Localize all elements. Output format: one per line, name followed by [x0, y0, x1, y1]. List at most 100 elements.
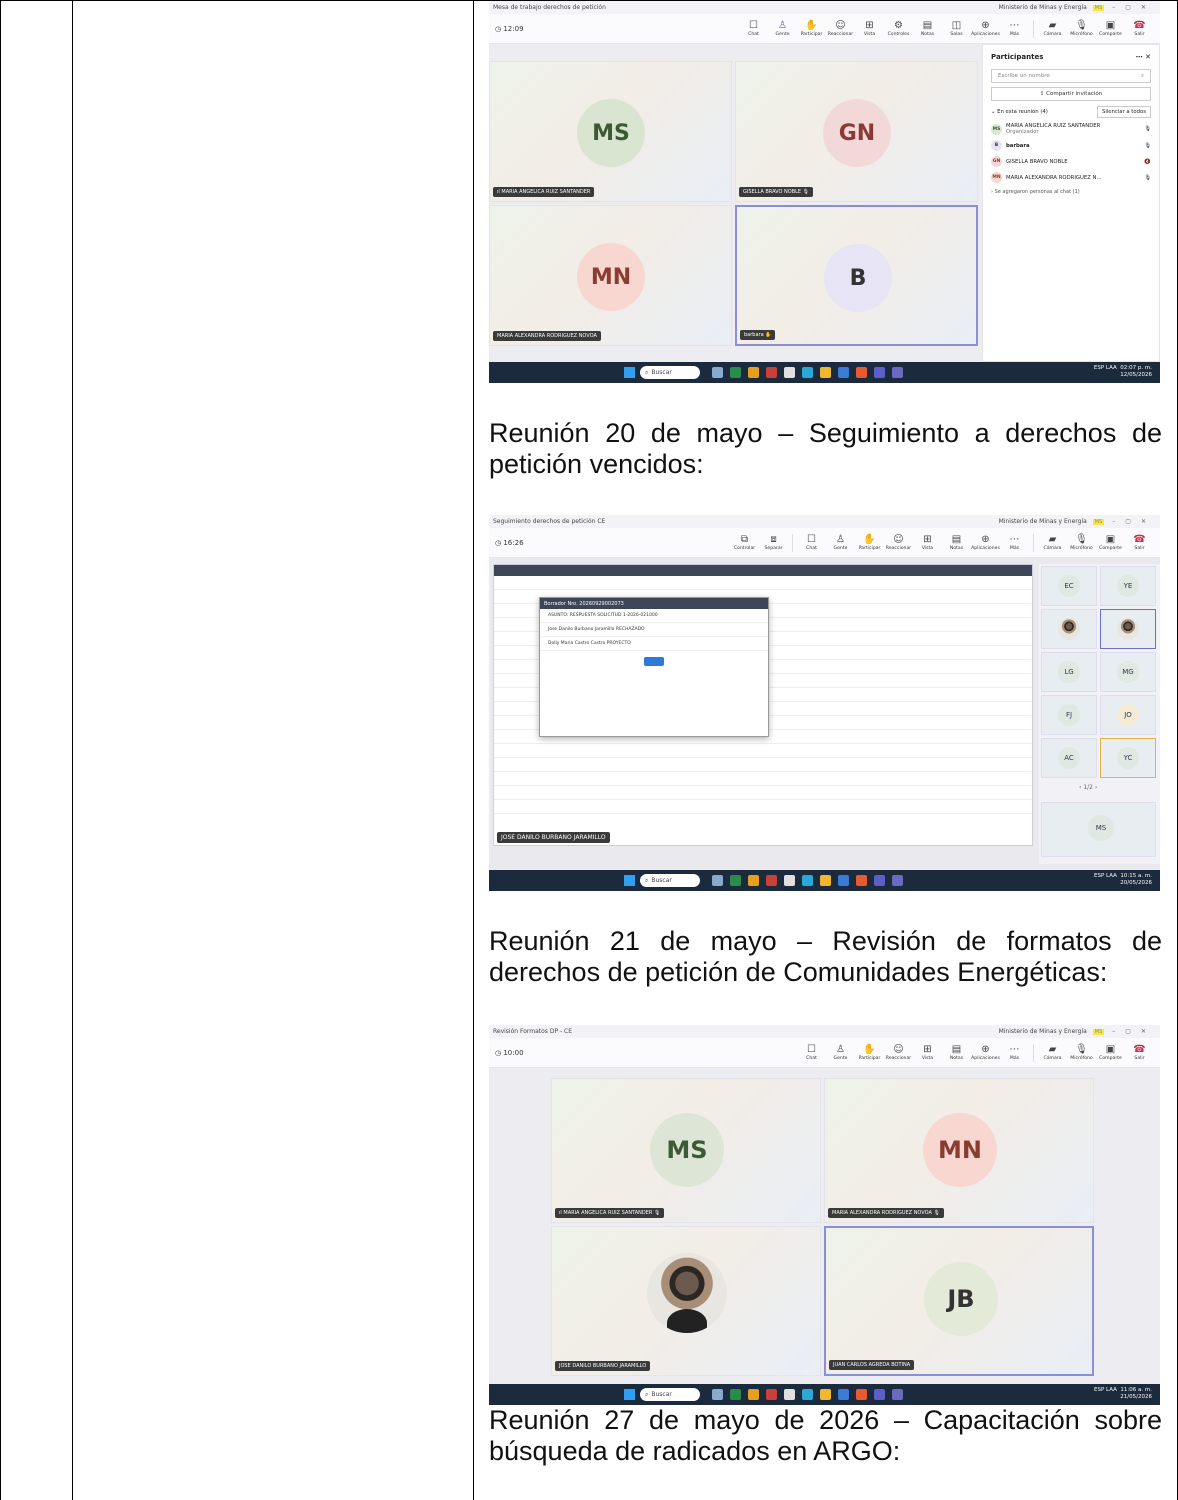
participant-tile[interactable]: B barbara ✋ [735, 205, 978, 346]
window-controls[interactable]: –▢✕ [1112, 518, 1156, 525]
dialog-close-button[interactable] [644, 657, 664, 666]
view-button[interactable]: ⊞ Vista [913, 534, 942, 552]
avatar: JB [924, 1262, 998, 1336]
taskbar-search[interactable]: ⌕ Buscar [640, 1388, 700, 1401]
controls-button[interactable]: ⚙ Controles [884, 20, 913, 38]
section-header[interactable]: ⌄ En esta reunión (4) Silenciar a todos [991, 106, 1151, 118]
chat-button[interactable]: ☐ Chat [797, 534, 826, 552]
close-icon[interactable]: ⋯ ✕ [1136, 53, 1151, 61]
apps-button[interactable]: ⊕ Aplicaciones [971, 20, 1000, 38]
participant-row[interactable]: GN GISELLA BRAVO NOBLE 🔇 [991, 156, 1151, 167]
windows-start-icon[interactable] [624, 875, 635, 886]
window-controls[interactable]: –▢✕ [1112, 1028, 1156, 1035]
apps-button[interactable]: ⊕ Aplicaciones [971, 534, 1000, 552]
gallery-tile[interactable]: YC [1100, 738, 1156, 778]
react-button[interactable]: ☺ Reaccionar [884, 1044, 913, 1062]
gallery-tile[interactable] [1041, 609, 1097, 649]
taskbar-apps[interactable] [712, 1389, 903, 1400]
windows-start-icon[interactable] [624, 367, 635, 378]
share-button[interactable]: ▣ Comparte [1096, 1044, 1125, 1062]
notes-button[interactable]: ▤ Notas [942, 534, 971, 552]
camera-button[interactable]: ▰ Cámara [1038, 20, 1067, 38]
chat-note[interactable]: › Se agregaron personas al chat (1) [991, 189, 1151, 195]
gallery-pager[interactable]: ‹ 1/2 › [1079, 784, 1097, 791]
system-tray[interactable]: ESP LAA 10:15 a. m. 20/05/2026 [1094, 873, 1152, 886]
participant-tile[interactable]: JB JUAN CARLOS AGREDA BOTINA [824, 1226, 1094, 1376]
participant-tile[interactable]: MN MARIA ALEXANDRA RODRIGUEZ NOVOA [489, 205, 732, 346]
raise-hand-button[interactable]: ✋ Participar [855, 1044, 884, 1062]
user-badge[interactable]: MS [1092, 518, 1105, 525]
gallery-tile[interactable]: JO [1100, 695, 1156, 735]
view-button[interactable]: ⊞ Vista [913, 1044, 942, 1062]
gallery-tile[interactable]: AC [1041, 738, 1097, 778]
window-controls[interactable]: –▢✕ [1112, 4, 1156, 11]
hangup-icon: ☎ [1133, 19, 1146, 31]
raise-hand-button[interactable]: ✋ Participar [855, 534, 884, 552]
apps-button[interactable]: ⊕ Aplicaciones [971, 1044, 1000, 1062]
taskbar-apps[interactable] [712, 875, 903, 886]
camera-button[interactable]: ▰ Cámara [1038, 534, 1067, 552]
people-button[interactable]: ♙ Gente [826, 534, 855, 552]
apps-label: Aplicaciones [971, 31, 1000, 37]
chat-button[interactable]: ☐ Chat [797, 1044, 826, 1062]
leave-button[interactable]: ☎ Salir [1125, 534, 1154, 552]
share-button[interactable]: ▣ Comparte [1096, 20, 1125, 38]
gallery-tile[interactable]: MS [1041, 802, 1156, 857]
camera-button[interactable]: ▰ Cámara [1038, 1044, 1067, 1062]
participant-tile[interactable]: MS ıl MARIA ANGELICA RUIZ SANTANDER 🎙 [551, 1078, 821, 1223]
gallery-tile[interactable] [1100, 609, 1156, 649]
leave-button[interactable]: ☎ Salir [1125, 1044, 1154, 1062]
rooms-button[interactable]: ◫ Salas [942, 20, 971, 38]
more-button[interactable]: ⋯ Más [1000, 20, 1029, 38]
mic-icon: 🎙 [1144, 174, 1151, 181]
gallery-tile[interactable]: MG [1100, 652, 1156, 692]
chat-button[interactable]: ☐ Chat [739, 20, 768, 38]
participant-row[interactable]: MS MARIA ANGELICA RUIZ SANTANDER Organizad… [991, 123, 1151, 135]
taskbar-search[interactable]: ⌕ Buscar [640, 366, 700, 379]
taskbar-search[interactable]: ⌕ Buscar [640, 874, 700, 887]
react-button[interactable]: ☺ Reaccionar [884, 534, 913, 552]
people-button[interactable]: ♙ Gente [768, 20, 797, 38]
mic-button[interactable]: 🎙 Micrófono [1067, 534, 1096, 552]
raise-hand-button[interactable]: ✋ Participar [797, 20, 826, 38]
mute-all-button[interactable]: Silenciar a todos [1096, 106, 1151, 118]
share-button[interactable]: ▣ Comparte [1096, 534, 1125, 552]
participant-tile[interactable]: MN MARIA ALEXANDRA RODRIGUEZ NOVOA 🎙 [824, 1078, 1094, 1223]
participant-name: JUAN CARLOS AGREDA BOTINA [829, 1360, 915, 1370]
people-button[interactable]: ♙ Gente [826, 1044, 855, 1062]
name-text: barbara [744, 332, 764, 338]
popout-button[interactable]: ⧈ Separar [759, 534, 788, 552]
gallery-tile[interactable]: EC [1041, 566, 1097, 606]
participant-row[interactable]: MN MARIA ALEXANDRA RODRIGUEZ N... 🎙 [991, 172, 1151, 183]
participant-photo [647, 1253, 727, 1333]
control-button[interactable]: ⧉ Controlar [730, 534, 759, 552]
user-badge[interactable]: MS [1092, 1028, 1105, 1035]
leave-button[interactable]: ☎ Salir [1125, 20, 1154, 38]
name-text: GISELLA BRAVO NOBLE [743, 189, 802, 195]
windows-start-icon[interactable] [624, 1389, 635, 1400]
gallery-tile[interactable]: LG [1041, 652, 1097, 692]
notes-button[interactable]: ▤ Notas [942, 1044, 971, 1062]
participant-row[interactable]: Bbarbara 🎙 [991, 140, 1151, 151]
react-button[interactable]: ☺ Reaccionar [826, 20, 855, 38]
mic-button[interactable]: 🎙 Micrófono [1067, 20, 1096, 38]
taskbar-apps[interactable] [712, 367, 903, 378]
share-invite-button[interactable]: ⇪ Compartir invitación [991, 87, 1151, 101]
view-button[interactable]: ⊞ Vista [855, 20, 884, 38]
system-tray[interactable]: ESP LAA 11:06 a. m. 21/05/2026 [1094, 1387, 1152, 1400]
more-button[interactable]: ⋯ Más [1000, 1044, 1029, 1062]
participant-tile[interactable]: GN GISELLA BRAVO NOBLE 🎙 [735, 61, 978, 202]
participant-tile[interactable]: MS ıl MARIA ANGELICA RUIZ SANTANDER [489, 61, 732, 202]
gallery-tile[interactable]: YE [1100, 566, 1156, 606]
gallery-tile[interactable]: FJ [1041, 695, 1097, 735]
notes-button[interactable]: ▤ Notas [913, 20, 942, 38]
more-button[interactable]: ⋯ Más [1000, 534, 1029, 552]
search-input[interactable]: Escribe un nombre ⌕ [991, 69, 1151, 83]
user-badge[interactable]: MS [1092, 4, 1105, 11]
system-tray[interactable]: ESP LAA 02:07 p. m. 12/05/2026 [1094, 365, 1152, 378]
participant-tile[interactable]: JOSE DANILO BURBANO JARAMILLO [551, 1226, 821, 1376]
mic-button[interactable]: 🎙 Micrófono [1067, 1044, 1096, 1062]
view-label: Vista [921, 545, 934, 551]
ellipsis-icon: ⋯ [1009, 1043, 1020, 1055]
apps-label: Aplicaciones [971, 545, 1000, 551]
